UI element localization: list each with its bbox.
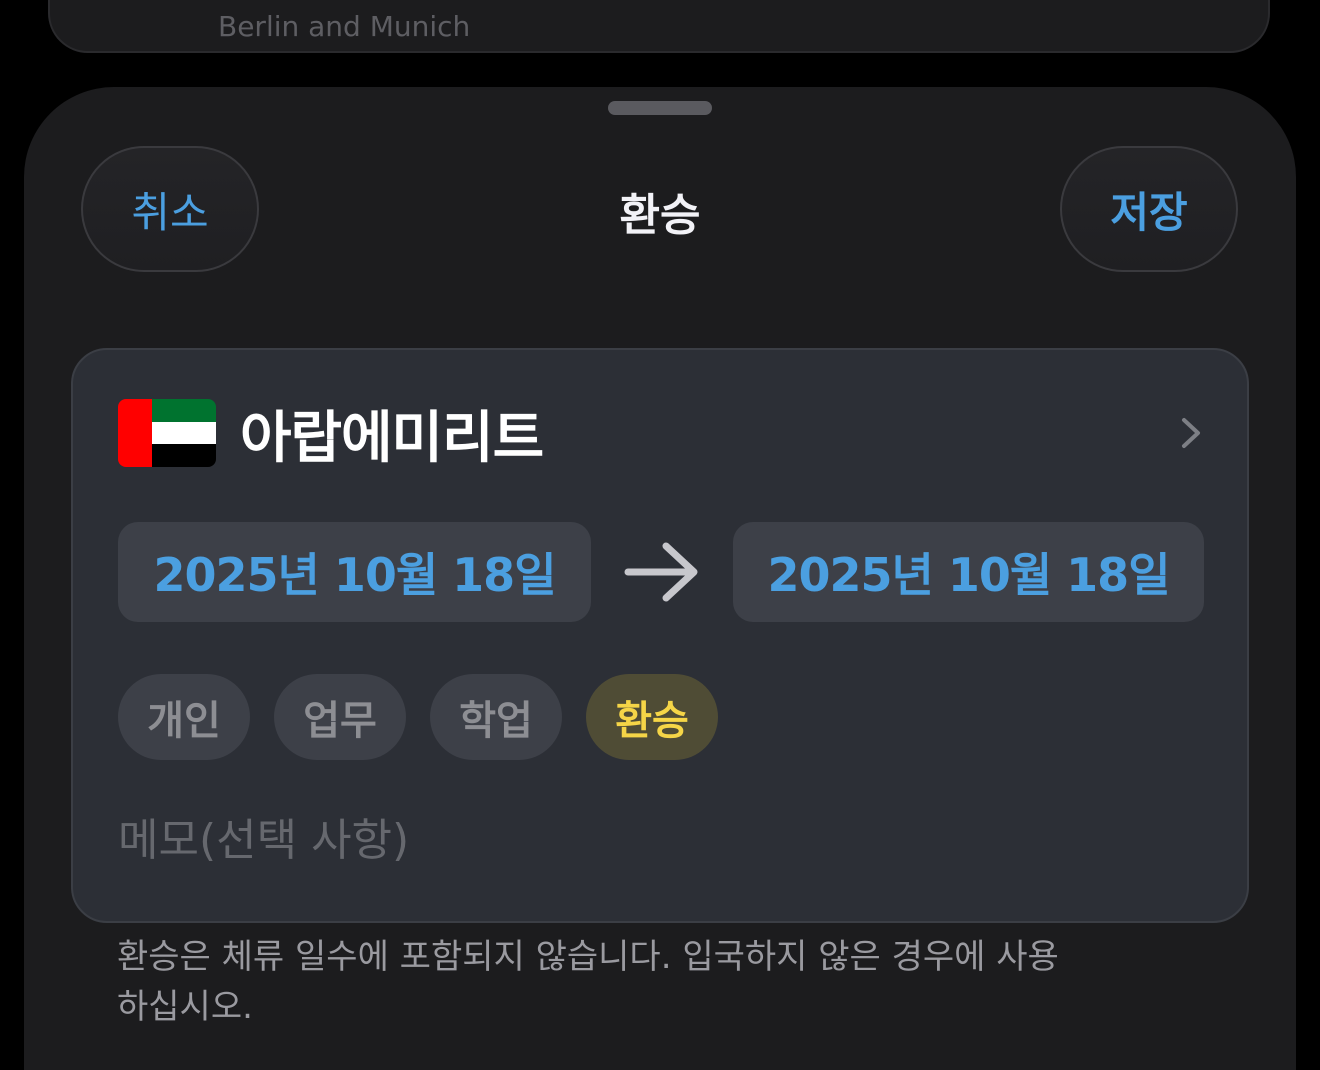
save-button[interactable]: 저장 (1060, 146, 1238, 272)
category-chip-study[interactable]: 학업 (430, 674, 562, 760)
start-date-button[interactable]: 2025년 10월 18일 (118, 522, 591, 622)
previous-trip-text: Berlin and Munich (218, 10, 471, 43)
end-date-button[interactable]: 2025년 10월 18일 (733, 522, 1204, 622)
country-name: 아랍에미리트 (240, 405, 544, 471)
category-chip-transit[interactable]: 환승 (586, 674, 718, 760)
sheet-grabber[interactable] (608, 101, 712, 115)
arrow-right-icon (624, 542, 698, 602)
transit-footnote: 환승은 체류 일수에 포함되지 않습니다. 입국하지 않은 경우에 사용하십시오… (117, 937, 1059, 1027)
chevron-right-icon (1182, 418, 1200, 448)
transit-sheet: 취소 환승 저장 아랍에미리트 2025년 10월 18일 2025년 10월 … (24, 87, 1296, 1070)
previous-trip-card: Berlin and Munich (48, 0, 1270, 53)
country-selector[interactable]: 아랍에미리트 (118, 398, 1208, 471)
category-chip-business[interactable]: 업무 (274, 674, 406, 760)
memo-input[interactable] (118, 810, 1208, 870)
category-chip-personal[interactable]: 개인 (118, 674, 250, 760)
uae-flag-icon (118, 399, 216, 467)
trip-form-panel: 아랍에미리트 2025년 10월 18일 2025년 10월 18일 개인 업무… (71, 348, 1249, 923)
